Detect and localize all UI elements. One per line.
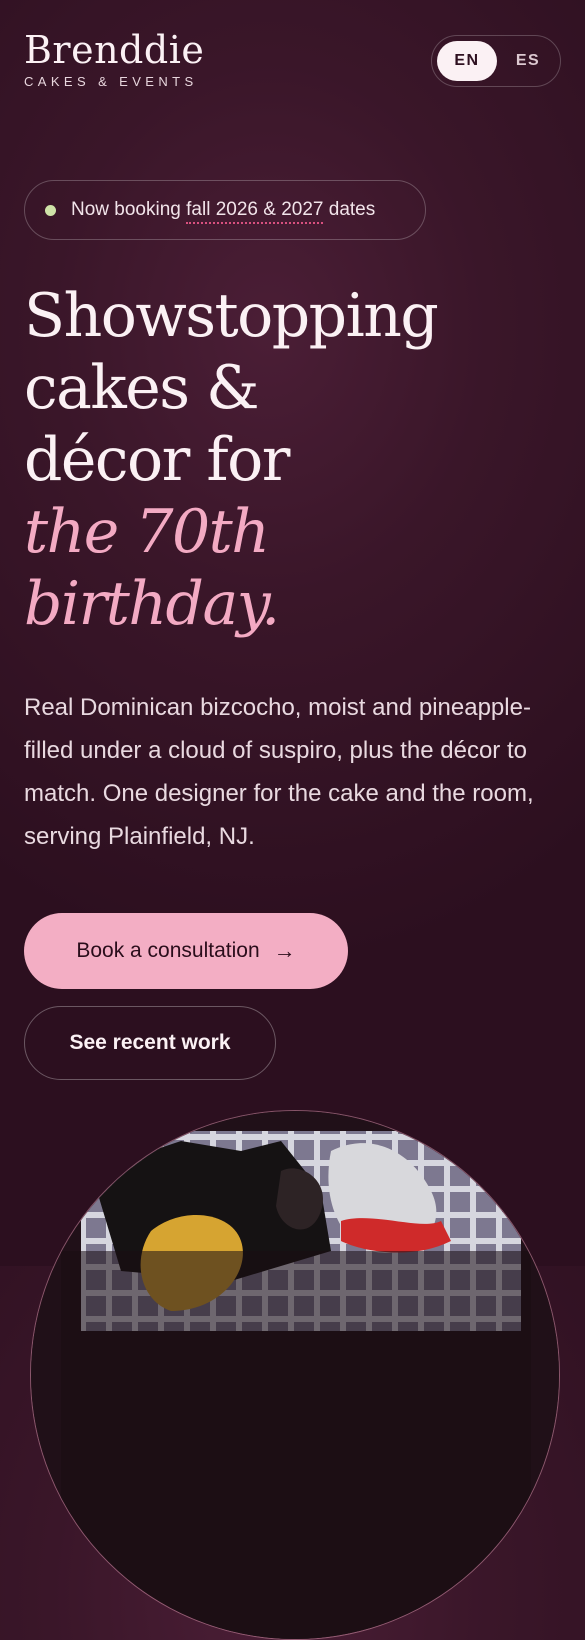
headline-line-3: décor for	[24, 425, 290, 495]
hero-intro: Real Dominican bizcocho, moist and pinea…	[24, 694, 534, 850]
book-consultation-label: Book a consultation	[76, 939, 260, 962]
booking-status-text: Now booking fall 2026 & 2027 dates	[71, 199, 376, 224]
brand-tagline: CAKES & EVENTS	[24, 74, 198, 89]
see-recent-work-button[interactable]: See recent work	[24, 1006, 276, 1080]
headline-accent-line-1: the 70th	[24, 497, 270, 567]
booking-status-badge: Now booking fall 2026 & 2027 dates	[24, 180, 426, 240]
brand-logo[interactable]: Brenddie CAKES & EVENTS	[24, 28, 204, 89]
booking-suffix: dates	[323, 199, 376, 220]
status-dot-icon	[45, 204, 56, 216]
showcase-image	[30, 1110, 560, 1640]
book-consultation-button[interactable]: Book a consultation →	[24, 913, 348, 989]
brand-name: Brenddie	[24, 28, 205, 72]
arrow-right-icon: →	[273, 938, 296, 963]
language-option-es[interactable]: ES	[498, 41, 558, 81]
language-switcher: EN ES	[431, 35, 561, 87]
hero-headline: Showstopping cakes & décor for the 70th …	[24, 280, 569, 640]
headline-line-1: Showstopping	[24, 281, 439, 351]
booking-prefix: Now booking	[71, 199, 187, 220]
showcase-photo	[31, 1111, 559, 1639]
booking-dates: fall 2026 & 2027	[186, 199, 324, 224]
headline-line-2: cakes &	[24, 353, 260, 423]
headline-accent-line-2: birthday.	[24, 569, 280, 639]
language-option-en[interactable]: EN	[437, 41, 497, 81]
